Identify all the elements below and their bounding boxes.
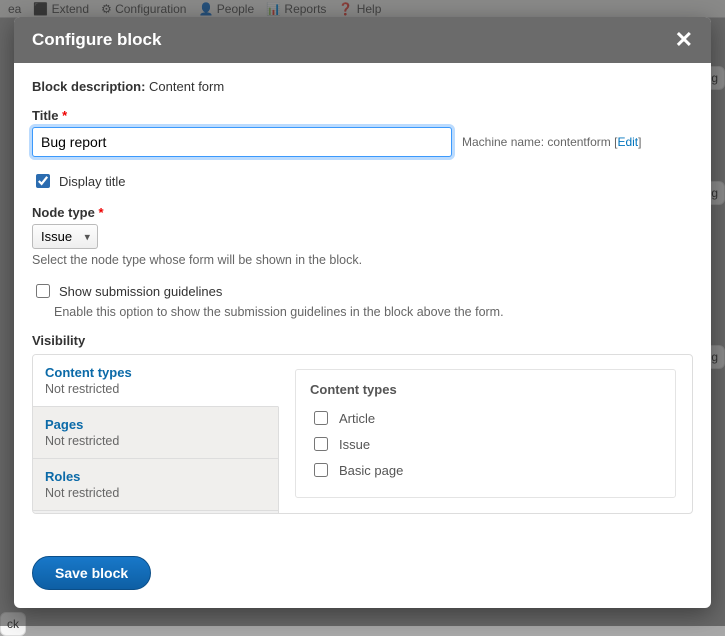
visibility-tab-pages[interactable]: Pages Not restricted — [33, 407, 278, 459]
content-type-option[interactable]: Article — [310, 405, 661, 431]
vis-tab-sub: Not restricted — [45, 382, 266, 396]
required-marker: * — [98, 205, 103, 220]
show-guidelines-help: Enable this option to show the submissio… — [54, 305, 693, 319]
modal-footer: Save block — [14, 542, 711, 608]
title-row: Title * Machine name: contentform [Edit] — [32, 108, 693, 157]
block-description-row: Block description: Content form — [32, 79, 693, 94]
visibility-tab-content-types[interactable]: Content types Not restricted — [33, 355, 279, 407]
modal-header: Configure block ✕ — [14, 17, 711, 63]
vis-tab-sub: Not restricted — [45, 486, 266, 500]
machine-name: Machine name: contentform [Edit] — [462, 135, 641, 149]
required-marker: * — [62, 108, 67, 123]
vis-tab-sub: Not restricted — [45, 434, 266, 448]
content-type-option[interactable]: Basic page — [310, 457, 661, 483]
vis-tab-title: Roles — [45, 469, 266, 484]
modal-title: Configure block — [32, 30, 161, 50]
block-description-label: Block description: — [32, 79, 145, 94]
machine-name-label: Machine name: — [462, 135, 544, 149]
visibility-panel: Content types Article Issue Basic page — [279, 355, 692, 513]
vis-tab-title: Pages — [45, 417, 266, 432]
visibility-tabs: Content types Not restricted Pages Not r… — [33, 355, 279, 513]
content-type-checkbox[interactable] — [314, 463, 328, 477]
display-title-checkbox[interactable] — [36, 174, 50, 188]
show-guidelines-row: Show submission guidelines Enable this o… — [32, 281, 693, 319]
content-type-label: Issue — [339, 437, 370, 452]
configure-block-modal: Configure block ✕ Block description: Con… — [14, 17, 711, 608]
visibility-panel-inner: Content types Article Issue Basic page — [295, 369, 676, 498]
node-type-help: Select the node type whose form will be … — [32, 253, 693, 267]
visibility-section: Visibility Content types Not restricted … — [32, 333, 693, 514]
save-block-button[interactable]: Save block — [32, 556, 151, 590]
visibility-label: Visibility — [32, 333, 85, 348]
title-input[interactable] — [32, 127, 452, 157]
content-type-label: Article — [339, 411, 375, 426]
machine-name-value: contentform — [547, 135, 610, 149]
panel-title: Content types — [310, 382, 661, 397]
content-type-label: Basic page — [339, 463, 403, 478]
visibility-box: Content types Not restricted Pages Not r… — [32, 354, 693, 514]
display-title-label: Display title — [59, 174, 125, 189]
content-type-checkbox[interactable] — [314, 411, 328, 425]
node-type-label: Node type — [32, 205, 95, 220]
node-type-select[interactable]: Issue — [32, 224, 98, 249]
show-guidelines-checkbox[interactable] — [36, 284, 50, 298]
show-guidelines-label: Show submission guidelines — [59, 284, 222, 299]
vis-tab-title: Content types — [45, 365, 266, 380]
node-type-row: Node type * Issue Select the node type w… — [32, 205, 693, 267]
title-label: Title — [32, 108, 59, 123]
machine-name-edit-link[interactable]: Edit — [617, 135, 638, 149]
visibility-tab-roles[interactable]: Roles Not restricted — [33, 459, 278, 511]
content-type-checkbox[interactable] — [314, 437, 328, 451]
modal-body: Block description: Content form Title * … — [14, 63, 711, 542]
content-type-option[interactable]: Issue — [310, 431, 661, 457]
block-description-value: Content form — [149, 79, 224, 94]
close-icon[interactable]: ✕ — [675, 29, 693, 51]
display-title-row: Display title — [32, 171, 693, 191]
